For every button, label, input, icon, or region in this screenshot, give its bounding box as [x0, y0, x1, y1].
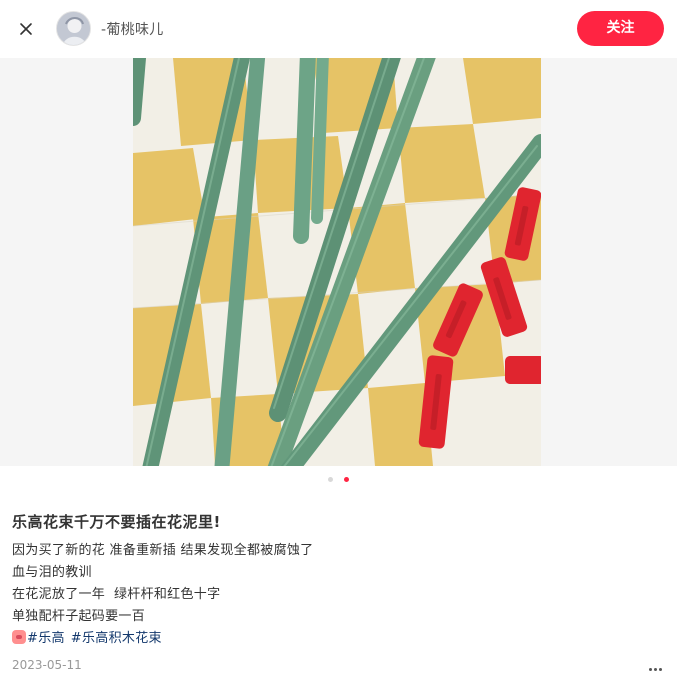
more-dot-icon — [658, 668, 662, 671]
post-description: 因为买了新的花 准备重新插 结果发现全都被腐蚀了 血与泪的教训 在花泥放了一年 … — [12, 540, 313, 650]
post-date: 2023-05-11 — [12, 658, 82, 672]
tag-link[interactable]: #乐高 — [27, 631, 65, 646]
follow-button[interactable]: 关注 — [577, 11, 664, 46]
note-header: -葡桃味儿 关注 — [0, 0, 677, 58]
author-name[interactable]: -葡桃味儿 — [101, 19, 164, 39]
close-icon — [20, 23, 32, 35]
post-photo — [133, 58, 541, 466]
carousel-indicator — [0, 477, 677, 483]
avatar[interactable] — [56, 11, 91, 46]
more-dot-icon — [648, 668, 652, 671]
image-carousel[interactable] — [0, 58, 677, 466]
desc-line: 单独配杆子起码要一百 — [12, 609, 146, 624]
post-image — [133, 58, 541, 466]
more-dot-icon — [653, 668, 657, 671]
tag-link[interactable]: #乐高积木花束 — [71, 631, 162, 646]
desc-line: 血与泪的教训 — [12, 565, 92, 580]
carousel-dot-1[interactable] — [327, 477, 333, 482]
tags-row: #乐高 #乐高积木花束 — [12, 628, 313, 650]
desc-line: 在花泥放了一年 绿杆杆和红色十字 — [12, 587, 221, 602]
avatar-image — [57, 12, 90, 45]
close-button[interactable] — [14, 17, 38, 41]
more-options-button[interactable] — [644, 656, 666, 676]
pig-emoji-icon — [12, 630, 26, 644]
carousel-dot-2[interactable] — [344, 477, 350, 482]
post-title: 乐高花束千万不要插在花泥里! — [12, 513, 221, 531]
desc-line: 因为买了新的花 准备重新插 结果发现全都被腐蚀了 — [12, 543, 314, 558]
